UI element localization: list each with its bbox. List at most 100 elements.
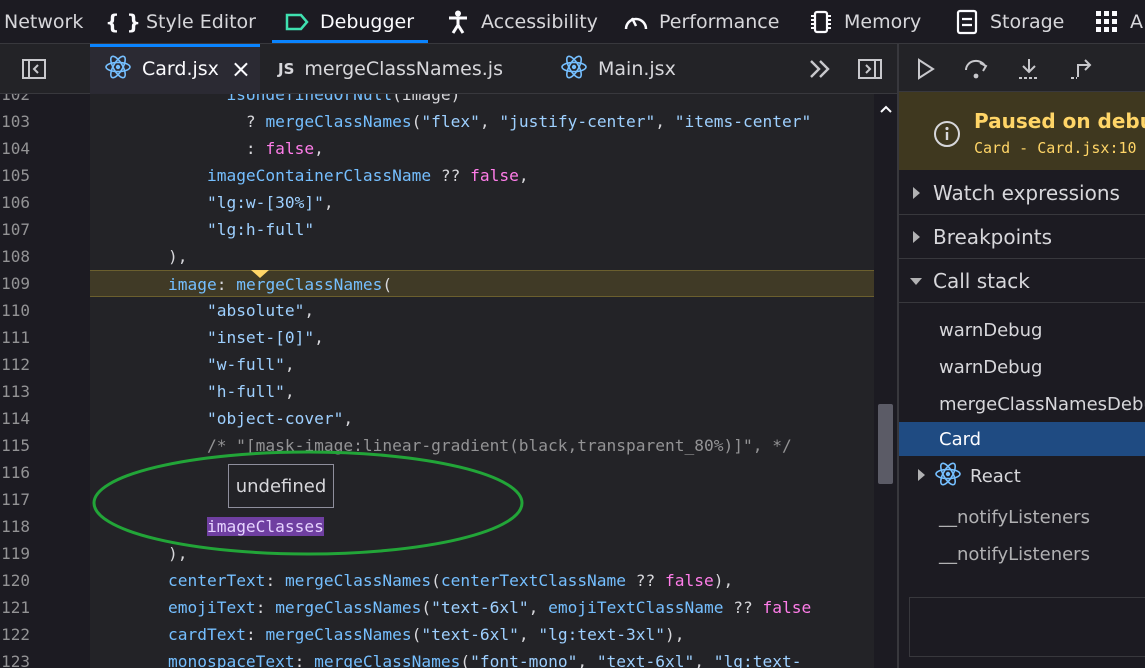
tab-network[interactable]: Network xyxy=(4,0,83,43)
line-number[interactable]: 121 xyxy=(0,594,30,621)
tab-accessibility-label: Accessibility xyxy=(481,11,598,33)
tab-card-jsx-label: Card.jsx xyxy=(142,58,219,80)
js-file-icon: JS xyxy=(278,60,295,78)
line-number[interactable]: 110 xyxy=(0,297,30,324)
tab-application[interactable]: A xyxy=(1094,0,1143,43)
paused-location[interactable]: Card - Card.jsx:10 xyxy=(974,139,1137,157)
paused-code-line[interactable]: image: mergeClassNames( xyxy=(90,270,874,297)
code-line[interactable]: "absolute", xyxy=(90,297,874,324)
code-line[interactable]: "inset-[0]", xyxy=(90,324,874,351)
call-stack-frame[interactable]: __notifyListeners xyxy=(899,536,1145,573)
scroll-up-icon[interactable] xyxy=(880,98,892,117)
tab-main-jsx[interactable]: Main.jsx xyxy=(560,44,676,94)
code-line[interactable]: "h-full", xyxy=(90,378,874,405)
code-line[interactable]: cardText: mergeClassNames("text-6xl", "l… xyxy=(90,621,874,648)
tab-mergeclassnames-js[interactable]: JS mergeClassNames.js xyxy=(278,44,503,94)
call-stack-frame[interactable]: warnDebug xyxy=(899,312,1145,349)
collapsed-panel[interactable] xyxy=(909,597,1145,657)
code-line[interactable]: isUndefinedOrNull(image) xyxy=(90,94,874,108)
memory-icon xyxy=(808,9,834,35)
toggle-sources-pane-icon[interactable] xyxy=(20,56,48,82)
call-stack-frame[interactable]: mergeClassNamesDebu xyxy=(899,386,1145,423)
breakpoints-label: Breakpoints xyxy=(933,225,1053,249)
code-line[interactable]: "lg:w-[30%]", xyxy=(90,189,874,216)
code-line[interactable]: "lg:h-full" xyxy=(90,216,874,243)
line-number[interactable]: 120 xyxy=(0,567,30,594)
line-number[interactable]: 109 xyxy=(0,270,30,297)
watch-expressions-label: Watch expressions xyxy=(933,181,1120,205)
tab-memory-label: Memory xyxy=(844,11,922,33)
code-line[interactable]: monospaceText: mergeClassNames("font-mon… xyxy=(90,648,874,668)
line-number[interactable]: 107 xyxy=(0,216,30,243)
paused-title: Paused on debug xyxy=(974,109,1145,133)
call-stack-label: Call stack xyxy=(933,269,1030,293)
tab-card-jsx[interactable]: Card.jsx × xyxy=(90,44,260,94)
tab-performance[interactable]: Performance xyxy=(623,0,779,43)
tab-accessibility[interactable]: Accessibility xyxy=(445,0,598,43)
line-number[interactable]: 112 xyxy=(0,351,30,378)
line-number[interactable]: 103 xyxy=(0,108,30,135)
tab-storage-label: Storage xyxy=(990,11,1065,33)
breakpoints-header[interactable]: Breakpoints xyxy=(899,216,1145,259)
expand-arrow-icon xyxy=(917,466,926,487)
more-tabs-icon[interactable] xyxy=(806,56,834,82)
collapse-arrow-icon xyxy=(899,277,933,286)
line-number[interactable]: 104 xyxy=(0,135,30,162)
step-out-icon[interactable] xyxy=(1067,56,1095,82)
line-number[interactable]: 102 xyxy=(0,94,30,108)
tab-debugger-label: Debugger xyxy=(320,11,415,33)
tab-debugger[interactable]: Debugger xyxy=(271,0,429,43)
code-line[interactable]: ), xyxy=(90,243,874,270)
line-number[interactable]: 114 xyxy=(0,405,30,432)
toolbox-tabs: Network { } Style Editor Debugger Access… xyxy=(0,0,1145,44)
call-stack-header[interactable]: Call stack xyxy=(899,260,1145,303)
tab-storage[interactable]: Storage xyxy=(954,0,1065,43)
resume-icon[interactable] xyxy=(913,56,939,82)
line-number[interactable]: 115 xyxy=(0,432,30,459)
code-line[interactable]: : false, xyxy=(90,135,874,162)
line-number[interactable]: 116 xyxy=(0,459,30,486)
editor-scrollbar[interactable] xyxy=(874,94,897,668)
react-icon xyxy=(934,461,962,492)
line-number[interactable]: 118 xyxy=(0,513,30,540)
info-icon xyxy=(933,120,961,152)
code-line[interactable]: emojiText: mergeClassNames("text-6xl", e… xyxy=(90,594,874,621)
code-line[interactable]: "object-cover", xyxy=(90,405,874,432)
debugger-icon xyxy=(284,9,310,35)
line-number-gutter[interactable]: 102 103 104 105 106 107 108 109 110 111 … xyxy=(0,94,90,668)
call-stack-frame[interactable]: warnDebug xyxy=(899,349,1145,386)
accessibility-icon xyxy=(445,9,471,35)
line-number[interactable]: 113 xyxy=(0,378,30,405)
line-number[interactable]: 122 xyxy=(0,621,30,648)
code-line[interactable]: ? mergeClassNames("flex", "justify-cente… xyxy=(90,108,874,135)
frame-label: warnDebug xyxy=(939,320,1043,341)
expand-arrow-icon xyxy=(899,230,933,244)
line-number[interactable]: 108 xyxy=(0,243,30,270)
paused-banner: Paused on debug Card - Card.jsx:10 xyxy=(899,92,1145,170)
watch-expressions-header[interactable]: Watch expressions xyxy=(899,172,1145,215)
tab-style-editor[interactable]: { } Style Editor xyxy=(105,0,256,43)
line-number[interactable]: 105 xyxy=(0,162,30,189)
frame-label: Card xyxy=(939,428,982,450)
toggle-secondary-pane-icon[interactable] xyxy=(856,56,884,82)
tab-mergeclassnames-js-label: mergeClassNames.js xyxy=(304,58,503,80)
call-stack-frame-selected[interactable]: Card xyxy=(899,422,1145,456)
step-in-icon[interactable] xyxy=(1015,56,1043,82)
code-line[interactable]: centerText: mergeClassNames(centerTextCl… xyxy=(90,567,874,594)
code-line[interactable]: "w-full", xyxy=(90,351,874,378)
debugger-sidebar: Paused on debug Card - Card.jsx:10 Watch… xyxy=(897,44,1145,668)
call-stack-group-react[interactable]: React xyxy=(899,458,1145,495)
code-line[interactable]: imageContainerClassName ?? false, xyxy=(90,162,874,189)
tab-memory[interactable]: Memory xyxy=(808,0,922,43)
code-editor[interactable]: 102 103 104 105 106 107 108 109 110 111 … xyxy=(0,94,897,668)
close-tab-icon[interactable]: × xyxy=(231,55,251,83)
line-number[interactable]: 119 xyxy=(0,540,30,567)
line-number[interactable]: 117 xyxy=(0,486,30,513)
call-stack-frame[interactable]: __notifyListeners xyxy=(899,499,1145,536)
step-over-icon[interactable] xyxy=(963,56,991,82)
line-number[interactable]: 123 xyxy=(0,648,30,668)
react-icon xyxy=(104,54,132,85)
line-number[interactable]: 111 xyxy=(0,324,30,351)
line-number[interactable]: 106 xyxy=(0,189,30,216)
scrollbar-thumb[interactable] xyxy=(878,404,893,484)
